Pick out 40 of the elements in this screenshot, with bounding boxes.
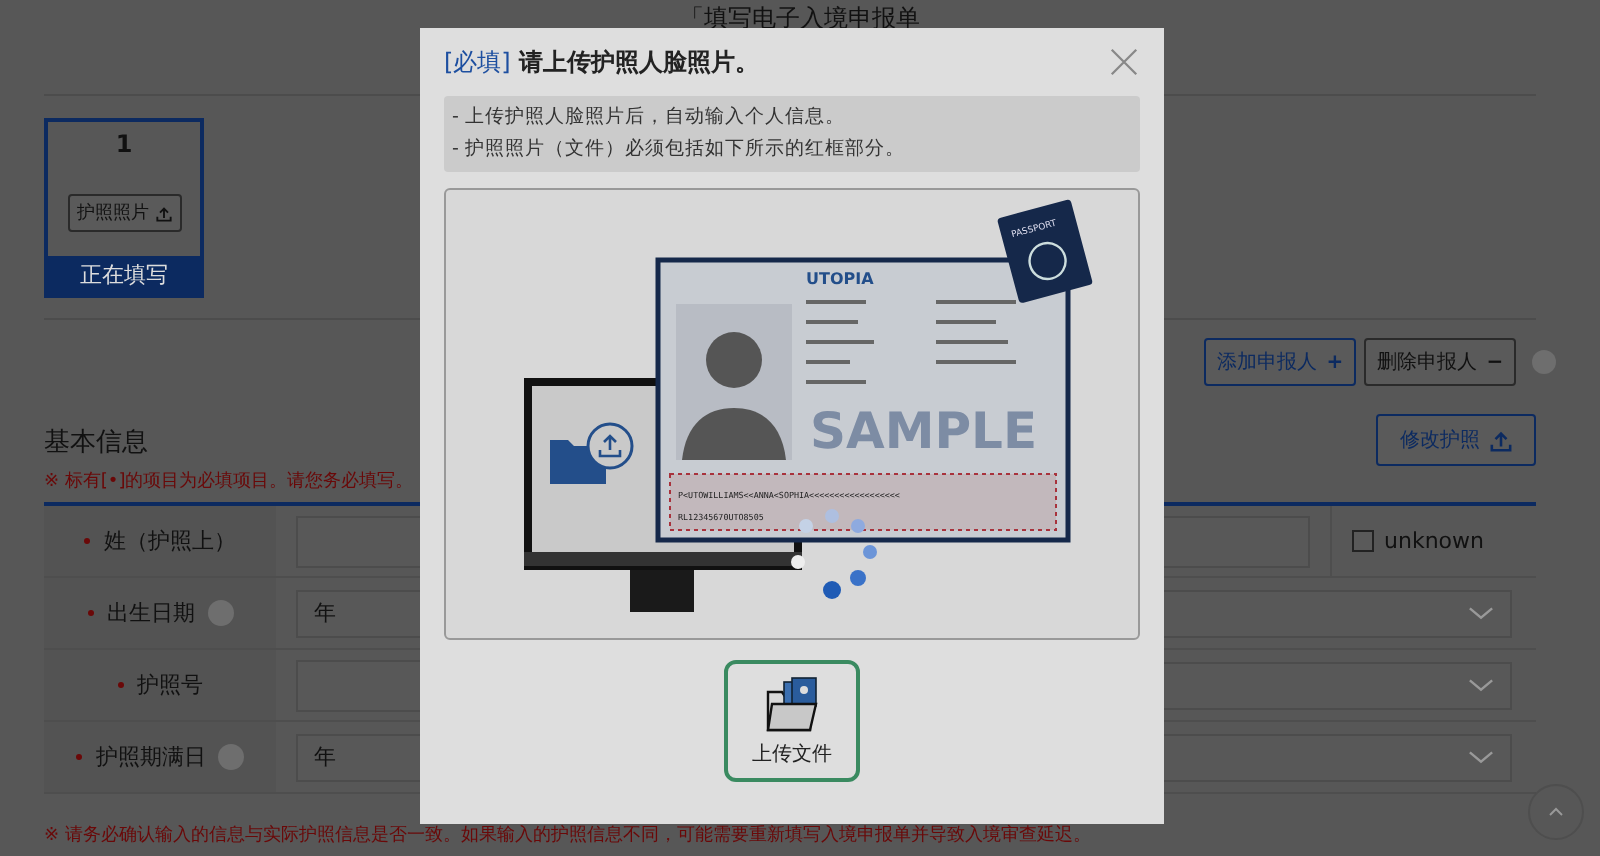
help-icon[interactable] bbox=[207, 600, 233, 626]
folder-upload-icon bbox=[550, 422, 634, 484]
info-text: - 护照照片（文件）必须包括如下所示的红框部分。 bbox=[452, 136, 907, 164]
applicant-action-button[interactable]: 添加申报人 + bbox=[1204, 338, 1356, 386]
field-label: 护照期满日 bbox=[96, 742, 206, 772]
field-label: 护照号 bbox=[137, 670, 203, 700]
section-title: 基本信息 bbox=[44, 426, 150, 460]
close-icon[interactable] bbox=[1110, 48, 1138, 76]
upload-file-button[interactable]: 上传文件 bbox=[724, 660, 860, 782]
required-dot bbox=[117, 682, 123, 688]
page-title: 「填写电子入境申报单 bbox=[678, 2, 922, 34]
passport-photo-button[interactable]: 护照照片 bbox=[67, 194, 181, 232]
chevron-down-icon bbox=[1468, 605, 1494, 621]
applicant-status: 正在填写 bbox=[48, 256, 200, 294]
upload-icon bbox=[155, 205, 171, 221]
loading-spinner bbox=[791, 509, 877, 599]
required-dot bbox=[84, 538, 90, 544]
folder-photos-icon bbox=[762, 675, 822, 731]
applicant-action-button[interactable]: 删除申报人 − bbox=[1364, 338, 1516, 386]
help-icon[interactable] bbox=[218, 744, 244, 770]
checkbox-label: unknown bbox=[1384, 528, 1484, 554]
applicant-card[interactable]: 1 护照照片 正在填写 bbox=[44, 118, 204, 298]
info-text: - 上传护照人脸照片后，自动输入个人信息。 bbox=[452, 104, 847, 132]
chevron-up-icon bbox=[1548, 806, 1564, 818]
modal-title: [必填] 请上传护照人脸照片。 bbox=[444, 45, 760, 79]
chevron-down-icon bbox=[1468, 749, 1494, 765]
upload-icon bbox=[1490, 429, 1512, 451]
required-dot bbox=[87, 610, 93, 616]
sample-watermark: SAMPLE bbox=[810, 402, 1038, 460]
required-note: ※ 标有[•]的项目为必填项目。请您务必填写。 bbox=[44, 469, 414, 494]
passport-country: UTOPIA bbox=[806, 270, 874, 288]
field-label: 姓（护照上） bbox=[104, 526, 236, 556]
warning-note: ※ 请务必确认输入的信息与实际护照信息是否一致。如果输入的护照信息不同，可能需要重新填写入境申报单并导致入境审查延迟。 bbox=[44, 826, 1093, 848]
chevron-down-icon bbox=[1468, 677, 1494, 693]
applicant-number: 1 bbox=[115, 130, 133, 158]
help-icon[interactable] bbox=[1532, 350, 1556, 374]
edit-passport-button[interactable]: 修改护照 bbox=[1376, 414, 1536, 466]
required-dot bbox=[76, 754, 82, 760]
checkbox[interactable] bbox=[1352, 530, 1374, 552]
field-label: 出生日期 bbox=[107, 598, 195, 628]
